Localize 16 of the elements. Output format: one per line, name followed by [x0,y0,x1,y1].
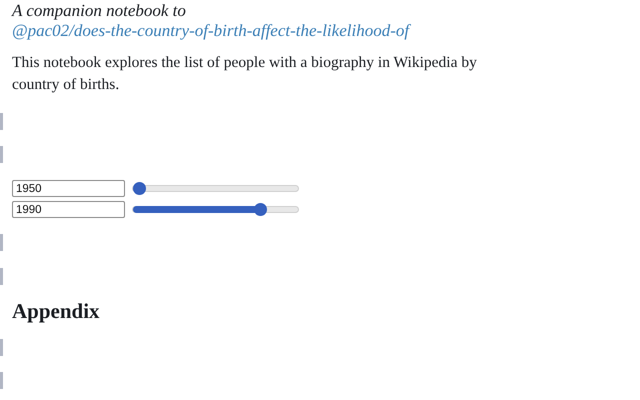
cell-marker [0,372,3,389]
cell-marker [0,268,3,285]
year-slider[interactable] [132,185,299,192]
intro-text: A companion notebook to @pac02/does-the-country-of-birth-affect-the-likelihood-of [12,1,412,41]
year-slider[interactable] [132,206,299,213]
slider-thumb[interactable] [133,182,146,195]
year-input[interactable]: 1990 [12,201,125,218]
cell-marker [0,146,3,163]
slider-thumb[interactable] [254,203,267,216]
appendix-heading: Appendix [12,299,101,323]
cell-marker [0,113,3,130]
notebook-link[interactable]: @pac02/does-the-country-of-birth-affect-the-likelihood-of [12,21,410,41]
cell-marker [0,339,3,356]
cell-marker [0,234,3,251]
description-text: This notebook explores the list of people with a biography in Wikipedia by country of births. [12,53,478,95]
year-input[interactable]: 1950 [12,180,125,197]
